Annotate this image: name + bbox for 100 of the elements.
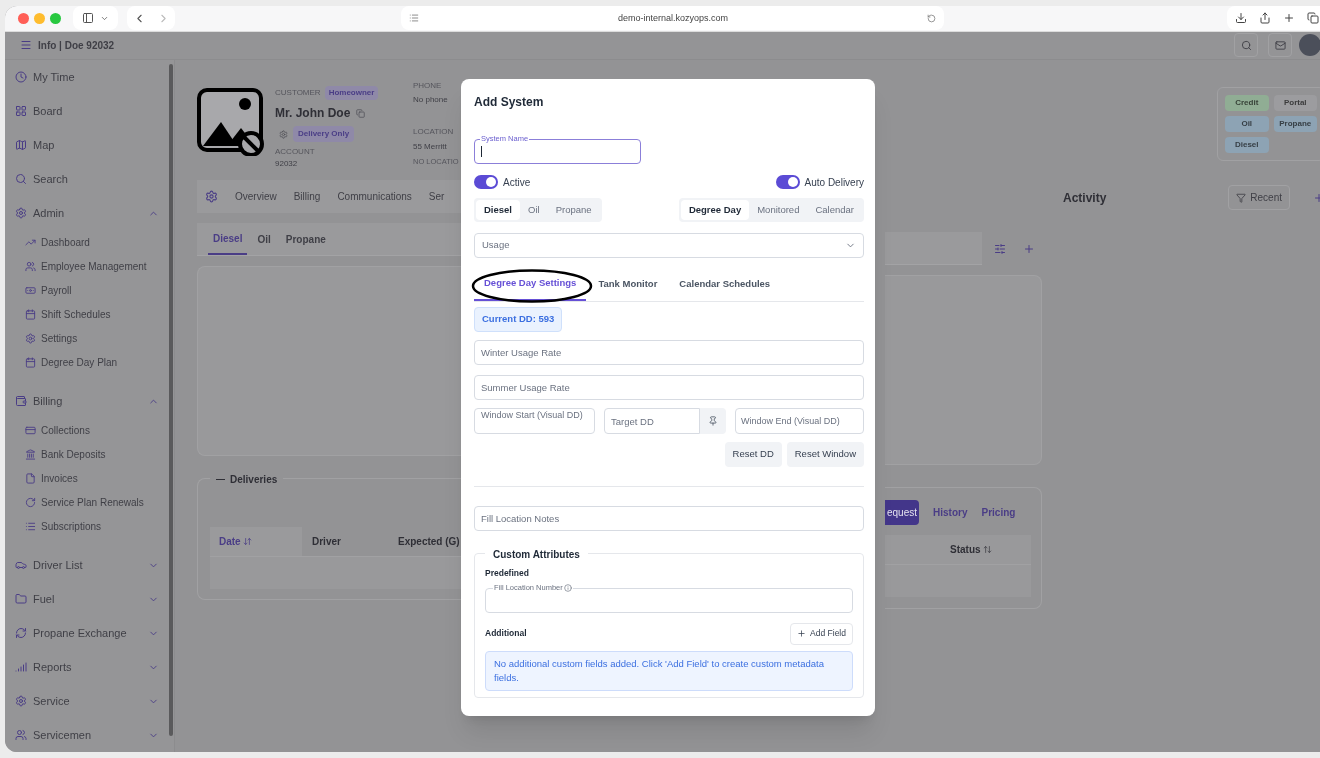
tab[interactable]: Communications [337, 189, 412, 204]
segment[interactable]: Propane [547, 200, 600, 220]
group-label: Additional [485, 627, 527, 641]
search-button[interactable] [1234, 33, 1258, 58]
sort-icon [982, 545, 992, 554]
tab[interactable]: Tank Monitor [588, 268, 668, 301]
segment[interactable]: Oil [520, 200, 548, 220]
filter-button[interactable]: Recent [1228, 185, 1290, 210]
sidebar-item[interactable]: My Time [15, 60, 159, 94]
tab[interactable]: Propane [280, 223, 331, 255]
sidebar-icon [82, 12, 94, 25]
wallet-icon [15, 395, 27, 407]
users-icon [25, 260, 36, 272]
sidebar-subitem[interactable]: Collections [15, 418, 159, 442]
target-dd-field[interactable]: Target DD [604, 408, 700, 434]
sidebar-subitem[interactable]: Settings [15, 326, 159, 350]
field-label: ACCOUNT [275, 146, 316, 158]
sidebar-subitem[interactable]: Shift Schedules [15, 302, 159, 326]
column-header: Expected (G) [398, 535, 460, 549]
location-value: 55 Merritt [413, 141, 448, 153]
plus-icon [1283, 12, 1295, 25]
column-header: Driver [312, 535, 342, 549]
tabs-icon [1307, 12, 1319, 25]
forward-button[interactable] [151, 6, 175, 31]
sidebar-subitem[interactable]: Dashboard [15, 230, 159, 254]
calendar-icon [25, 308, 36, 320]
mail-icon [1274, 39, 1286, 51]
tag: Propane [1273, 116, 1317, 132]
sidebar-subitem[interactable]: Invoices [15, 466, 159, 490]
sliders-icon [994, 242, 1006, 255]
summer-usage-field[interactable]: Summer Usage Rate [474, 375, 864, 400]
file-icon [25, 472, 36, 484]
add-field-button[interactable]: Add Field [790, 622, 853, 645]
minimize-window-button[interactable] [34, 12, 45, 24]
tab[interactable]: Diesel [208, 223, 248, 255]
sidebar-item[interactable]: Map [15, 128, 159, 162]
column-header[interactable]: Status [950, 542, 981, 557]
tab[interactable]: Calendar Schedules [669, 268, 781, 301]
rotate-icon [25, 496, 36, 508]
tag: Credit [1225, 95, 1269, 111]
sidebar-item[interactable]: Servicemen [15, 718, 159, 752]
sidebar-subitem[interactable]: Subscriptions [15, 514, 159, 538]
info-icon [563, 583, 572, 592]
collapse-icon[interactable] [216, 478, 225, 481]
grid-icon [15, 105, 27, 117]
sidebar-subitem[interactable]: Service Plan Renewals [15, 490, 159, 514]
view-button[interactable]: equest [885, 500, 920, 525]
maximize-window-button[interactable] [50, 12, 61, 24]
customer-type-badge: Homeowner [324, 86, 379, 100]
segment[interactable]: Monitored [749, 200, 808, 220]
refresh-icon [15, 627, 27, 639]
plus-icon [1023, 242, 1035, 255]
reset-button[interactable]: Reset DD [724, 442, 782, 467]
winter-usage-field[interactable]: Winter Usage Rate [474, 340, 864, 365]
sidebar-item[interactable]: Admin [15, 196, 159, 230]
pin-button[interactable] [700, 408, 726, 434]
sidebar-item[interactable]: Driver List [15, 548, 159, 582]
toggle-switch[interactable] [474, 175, 498, 189]
gear-icon [205, 190, 218, 203]
sidebar-item[interactable]: Board [15, 94, 159, 128]
scrollbar[interactable] [169, 64, 173, 736]
mail-button[interactable] [1268, 33, 1292, 58]
view-button[interactable]: History [933, 500, 968, 525]
segment[interactable]: Calendar [807, 200, 862, 220]
segment[interactable]: Degree Day [680, 200, 750, 220]
sidebar-subitem[interactable]: Bank Deposits [15, 442, 159, 466]
toggle-switch[interactable] [775, 175, 800, 189]
window-start-field[interactable]: Window Start (Visual DD) [474, 408, 595, 434]
tab[interactable]: Overview [235, 189, 277, 204]
avatar[interactable] [1299, 34, 1320, 57]
search-icon [1240, 39, 1252, 51]
sidebar-item[interactable]: Service [15, 684, 159, 718]
address-bar[interactable]: demo-internal.kozyops.com [401, 6, 944, 31]
usage-select[interactable]: Usage [474, 233, 864, 258]
sidebar-toggle-button[interactable] [73, 6, 118, 31]
current-dd-badge: Current DD: 593 [474, 307, 563, 332]
tab[interactable]: Oil [252, 223, 276, 255]
notes-field[interactable]: Fill Location Notes [474, 506, 864, 531]
view-button[interactable]: Pricing [981, 500, 1016, 525]
tab[interactable]: Ser [428, 189, 445, 204]
sidebar-item[interactable]: Search [15, 162, 159, 196]
reset-button[interactable]: Reset Window [786, 442, 864, 467]
sidebar-item[interactable]: Propane Exchange [15, 616, 159, 650]
window-end-field[interactable]: Window End (Visual DD) [735, 408, 864, 434]
sidebar-subitem[interactable]: Degree Day Plan [15, 350, 159, 374]
sidebar-item[interactable]: Billing [15, 384, 159, 418]
gear-icon [15, 695, 27, 707]
column-header[interactable]: Date [210, 527, 302, 556]
segment[interactable]: Diesel [476, 200, 520, 220]
map-icon [15, 139, 27, 151]
sidebar-subitem[interactable]: Payroll [15, 278, 159, 302]
toggle-label: Auto Delivery [804, 175, 864, 190]
group-label: Predefined [485, 567, 530, 580]
tab[interactable]: Billing [293, 189, 321, 204]
delivery-badge: Delivery Only [293, 126, 355, 142]
back-button[interactable] [127, 6, 151, 31]
sidebar-subitem[interactable]: Employee Management [15, 254, 159, 278]
sidebar-item[interactable]: Fuel [15, 582, 159, 616]
sidebar-item[interactable]: Reports [15, 650, 159, 684]
close-window-button[interactable] [18, 12, 29, 24]
